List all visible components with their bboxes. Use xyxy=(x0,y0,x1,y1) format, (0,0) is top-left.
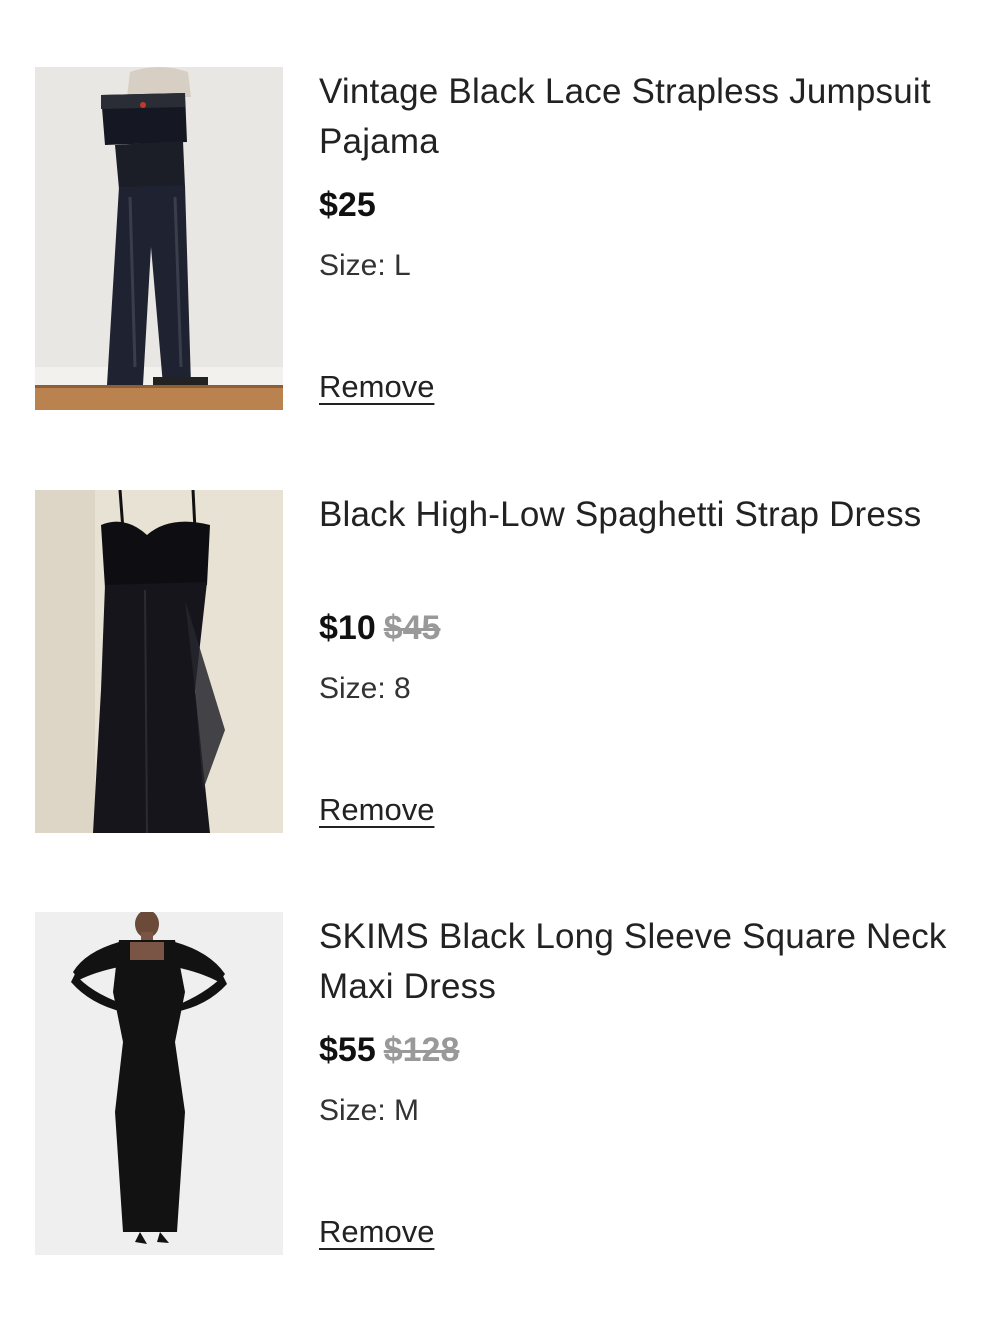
cart-item: SKIMS Black Long Sleeve Square Neck Maxi… xyxy=(0,912,1000,1255)
cart-item: Black High-Low Spaghetti Strap Dress $10… xyxy=(0,490,1000,833)
sale-price: $10 xyxy=(319,609,376,647)
product-title[interactable]: Vintage Black Lace Strapless Jumpsuit Pa… xyxy=(319,67,959,167)
maxi-dress-photo xyxy=(35,912,283,1255)
product-title[interactable]: SKIMS Black Long Sleeve Square Neck Maxi… xyxy=(319,912,959,1012)
size-label: Size: M xyxy=(319,1094,420,1127)
original-price: $128 xyxy=(383,1031,460,1069)
price-row: $55 $128 xyxy=(319,1030,459,1070)
product-image[interactable] xyxy=(35,67,283,410)
dress-photo xyxy=(35,490,283,833)
remove-button[interactable]: Remove xyxy=(319,369,434,405)
jumpsuit-photo xyxy=(35,67,283,410)
product-image[interactable] xyxy=(35,912,283,1255)
price-row: $25 xyxy=(319,185,376,225)
item-info: SKIMS Black Long Sleeve Square Neck Maxi… xyxy=(319,912,959,1255)
cart-item: Vintage Black Lace Strapless Jumpsuit Pa… xyxy=(0,67,1000,410)
sale-price: $55 xyxy=(319,1031,376,1069)
remove-button[interactable]: Remove xyxy=(319,792,434,828)
product-image[interactable] xyxy=(35,490,283,833)
size-label: Size: L xyxy=(319,249,411,282)
sale-price: $25 xyxy=(319,186,376,224)
original-price: $45 xyxy=(383,609,441,647)
price-row: $10 $45 xyxy=(319,608,440,648)
remove-button[interactable]: Remove xyxy=(319,1214,434,1250)
item-info: Vintage Black Lace Strapless Jumpsuit Pa… xyxy=(319,67,959,410)
product-title[interactable]: Black High-Low Spaghetti Strap Dress xyxy=(319,490,959,540)
item-info: Black High-Low Spaghetti Strap Dress $10… xyxy=(319,490,959,833)
size-label: Size: 8 xyxy=(319,672,411,705)
